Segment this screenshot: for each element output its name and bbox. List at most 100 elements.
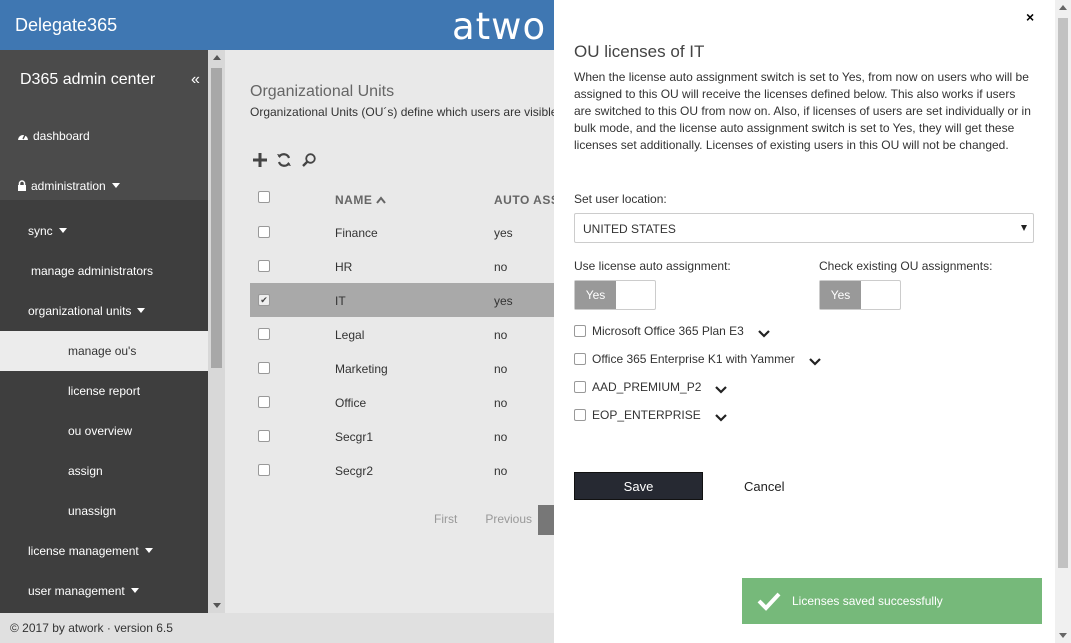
- table-row[interactable]: Secgr2 no: [250, 453, 554, 487]
- atwork-logo: atwo: [452, 5, 547, 48]
- scroll-up-icon[interactable]: [213, 55, 221, 60]
- table-row[interactable]: Marketing no: [250, 351, 554, 385]
- sidebar-item-manage-ous[interactable]: manage ou's: [68, 344, 136, 358]
- chevron-down-icon: [130, 588, 139, 593]
- dashboard-icon: [18, 133, 28, 140]
- row-auto: yes: [494, 226, 513, 240]
- row-checkbox[interactable]: [258, 226, 270, 238]
- scroll-down-icon[interactable]: [1059, 633, 1067, 638]
- table-row[interactable]: Office no: [250, 385, 554, 419]
- location-label: Set user location:: [574, 192, 667, 206]
- sidebar-item-label: sync: [28, 224, 53, 238]
- row-auto: no: [494, 362, 508, 376]
- row-name: Secgr2: [335, 464, 374, 478]
- cancel-button[interactable]: Cancel: [744, 479, 784, 494]
- row-name: HR: [335, 260, 353, 274]
- scrollbar-thumb[interactable]: [1058, 18, 1068, 568]
- chevron-down-icon[interactable]: [714, 411, 727, 425]
- row-auto: no: [494, 328, 508, 342]
- row-auto: no: [494, 464, 508, 478]
- sidebar: D365 admin center « dashboard administra…: [0, 50, 208, 613]
- location-value: UNITED STATES: [583, 222, 676, 236]
- license-checkbox[interactable]: [574, 381, 586, 393]
- sidebar-item-label: unassign: [68, 504, 117, 518]
- table-row[interactable]: HR no: [250, 249, 554, 283]
- table-header-row: NAME AUTO ASS: [250, 182, 559, 215]
- sidebar-item-sync[interactable]: sync: [28, 224, 67, 238]
- auto-assignment-toggle[interactable]: Yes: [574, 280, 656, 310]
- scroll-up-icon[interactable]: [1059, 5, 1067, 10]
- chevron-down-icon[interactable]: [758, 327, 770, 341]
- pager-first[interactable]: First: [434, 512, 457, 526]
- column-header-name[interactable]: NAME: [335, 193, 386, 207]
- sidebar-item-assign[interactable]: assign: [68, 464, 103, 478]
- ou-licenses-panel: × OU licenses of IT When the license aut…: [554, 0, 1055, 643]
- sidebar-item-label: manage administrators: [31, 264, 154, 278]
- sidebar-item-label: dashboard: [33, 129, 90, 143]
- row-checkbox-checked[interactable]: ✔: [258, 294, 270, 306]
- row-auto: no: [494, 430, 508, 444]
- table-row[interactable]: Legal no: [250, 317, 554, 351]
- license-checkbox[interactable]: [574, 409, 586, 421]
- auto-assignment-label: Use license auto assignment:: [574, 259, 731, 273]
- license-item[interactable]: Office 365 Enterprise K1 with Yammer: [574, 352, 821, 369]
- table-row[interactable]: Finance yes: [250, 215, 554, 249]
- license-item[interactable]: Microsoft Office 365 Plan E3: [574, 324, 770, 341]
- main-content: Organizational Units Organizational Unit…: [225, 50, 559, 613]
- license-name: AAD_PREMIUM_P2: [592, 380, 702, 394]
- license-checkbox[interactable]: [574, 325, 586, 337]
- pager-current-page[interactable]: [538, 505, 554, 535]
- row-name: Marketing: [335, 362, 388, 376]
- row-auto: no: [494, 396, 508, 410]
- column-header-auto-assignment[interactable]: AUTO ASS: [494, 193, 559, 207]
- panel-scrollbar[interactable]: [1055, 0, 1071, 643]
- row-checkbox[interactable]: [258, 464, 270, 476]
- row-checkbox[interactable]: [258, 328, 270, 340]
- license-name: Office 365 Enterprise K1 with Yammer: [592, 352, 795, 366]
- sidebar-item-administration[interactable]: administration: [17, 179, 120, 193]
- add-icon[interactable]: [252, 152, 268, 171]
- check-assignments-label: Check existing OU assignments:: [819, 259, 993, 273]
- toggle-on-label: Yes: [820, 281, 861, 309]
- search-icon[interactable]: [301, 152, 317, 171]
- sidebar-item-organizational-units[interactable]: organizational units: [28, 304, 146, 318]
- brand-title[interactable]: Delegate365: [15, 15, 117, 36]
- sidebar-item-ou-overview[interactable]: ou overview: [68, 424, 132, 438]
- sidebar-item-unassign[interactable]: unassign: [68, 504, 116, 518]
- row-checkbox[interactable]: [258, 430, 270, 442]
- chevron-down-icon[interactable]: [715, 383, 728, 397]
- license-checkbox[interactable]: [574, 353, 586, 365]
- success-toast[interactable]: Licenses saved successfully: [742, 578, 1042, 624]
- license-item[interactable]: AAD_PREMIUM_P2: [574, 380, 728, 397]
- toggle-on-label: Yes: [575, 281, 616, 309]
- sidebar-item-label: organizational units: [28, 304, 132, 318]
- sidebar-scrollbar[interactable]: [208, 50, 225, 613]
- sidebar-item-license-report[interactable]: license report: [68, 384, 140, 398]
- sidebar-item-manage-administrators[interactable]: manage administrators: [31, 264, 153, 278]
- pager-previous[interactable]: Previous: [485, 512, 532, 526]
- license-item[interactable]: EOP_ENTERPRISE: [574, 408, 727, 425]
- sidebar-collapse-button[interactable]: «: [191, 71, 200, 89]
- lock-icon: [18, 180, 26, 191]
- table-row[interactable]: Secgr1 no: [250, 419, 554, 453]
- chevron-down-icon[interactable]: [808, 355, 821, 369]
- toast-message: Licenses saved successfully: [792, 594, 943, 608]
- location-select[interactable]: UNITED STATES: [574, 213, 1034, 243]
- check-assignments-toggle[interactable]: Yes: [819, 280, 901, 310]
- scrollbar-thumb[interactable]: [211, 68, 222, 368]
- scroll-down-icon[interactable]: [213, 603, 221, 608]
- row-checkbox[interactable]: [258, 362, 270, 374]
- select-all-checkbox[interactable]: [258, 191, 270, 203]
- save-button[interactable]: Save: [574, 472, 703, 500]
- refresh-icon[interactable]: [276, 152, 292, 171]
- sidebar-item-dashboard[interactable]: dashboard: [17, 129, 90, 143]
- table-toolbar: [252, 152, 322, 171]
- row-checkbox[interactable]: [258, 396, 270, 408]
- row-checkbox[interactable]: [258, 260, 270, 272]
- sidebar-item-user-management[interactable]: user management: [28, 584, 139, 598]
- table-row-selected[interactable]: ✔ IT yes: [250, 283, 554, 317]
- chevron-down-icon: [137, 308, 146, 313]
- sidebar-item-label: assign: [68, 464, 103, 478]
- close-icon[interactable]: ×: [1026, 9, 1034, 25]
- sidebar-item-license-management[interactable]: license management: [28, 544, 153, 558]
